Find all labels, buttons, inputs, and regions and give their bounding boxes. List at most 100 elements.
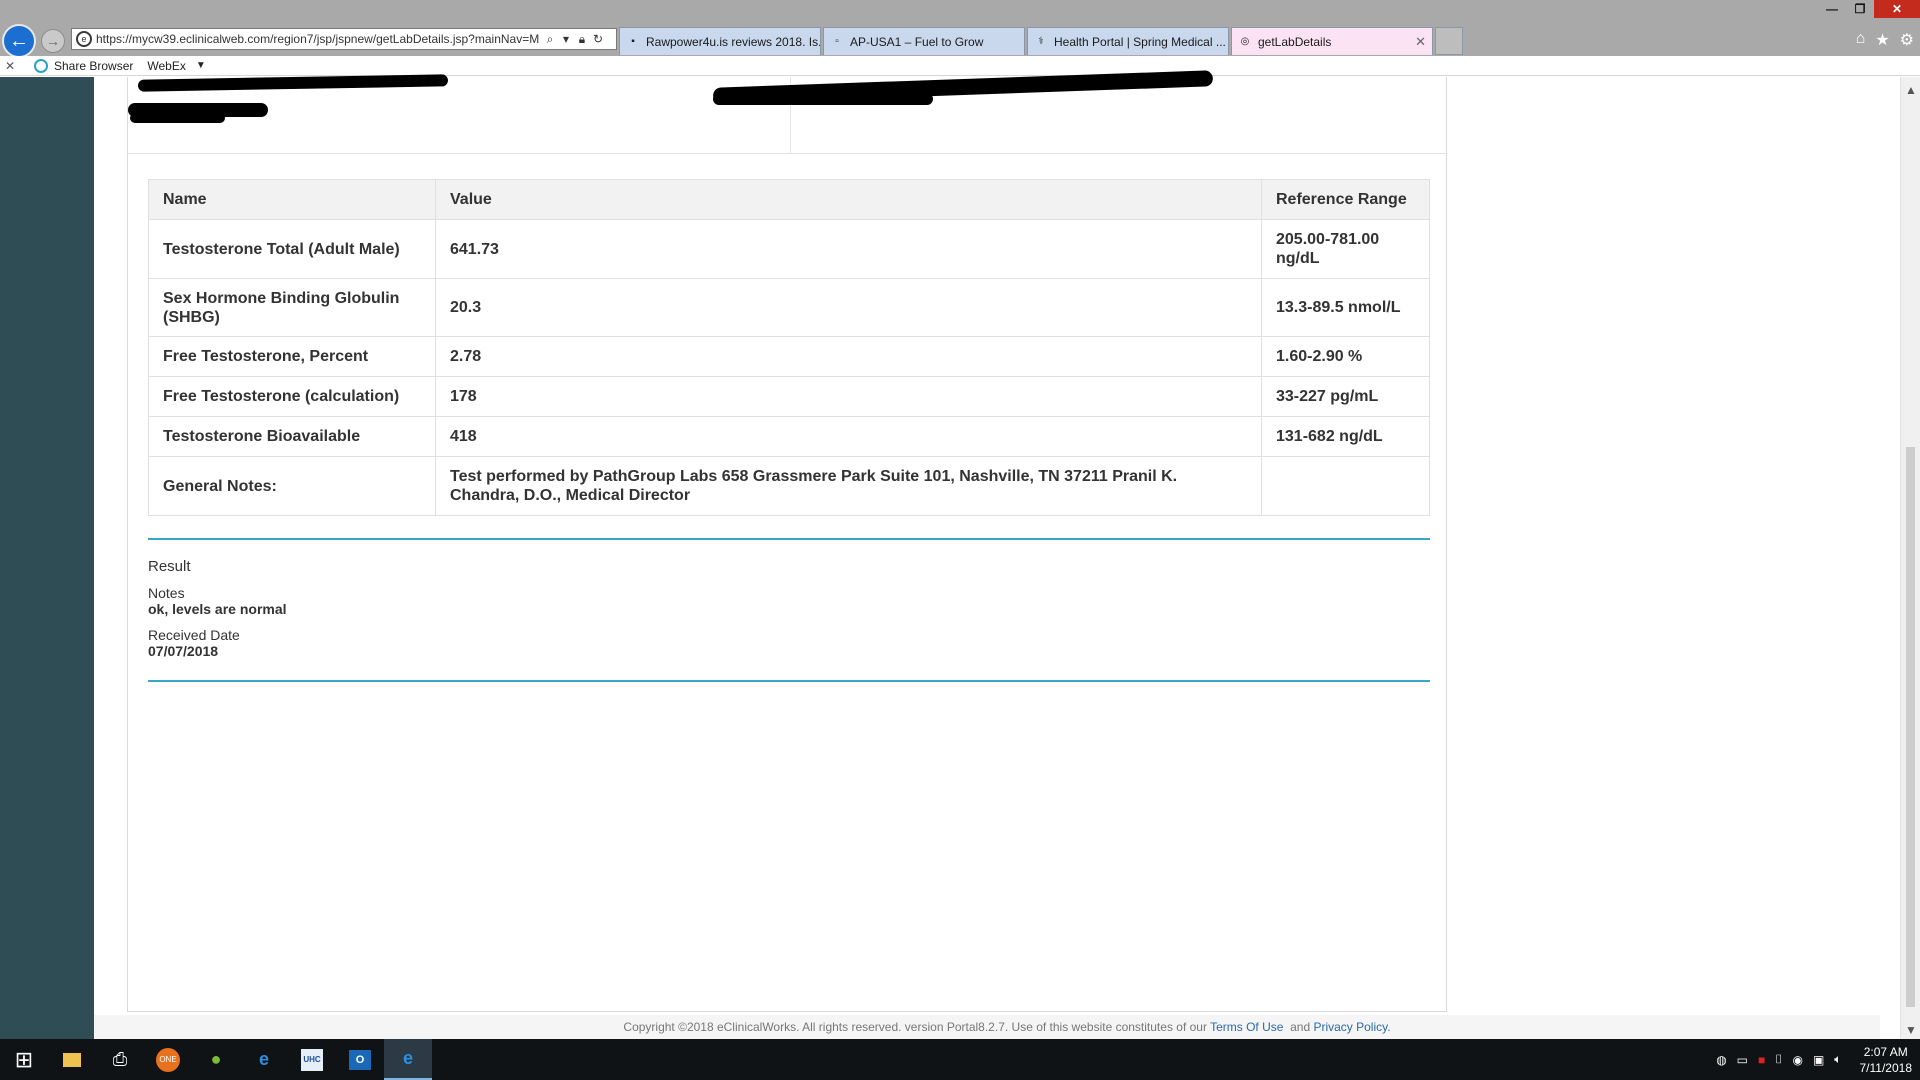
windows-taskbar: ⊞ ⎙ ONE ● e UHC O e ◍ ▭ ■ ⌷ ◉ ▣ 🔈︎ 2:07 … [0,1039,1920,1080]
cell-name: Testosterone Total (Adult Male) [148,219,436,279]
cell-value: 641.73 [435,219,1262,279]
cell-name: Sex Hormone Binding Globulin (SHBG) [148,278,436,337]
cell-range: 205.00-781.00 ng/dL [1261,219,1430,279]
tab-getlabdetails[interactable]: ◎ getLabDetails ✕ [1231,27,1433,55]
page-icon: ▪ [631,36,635,47]
page-content: Name Value Reference Range Testosterone … [94,70,1900,1039]
section-divider [148,680,1430,682]
forward-button[interactable]: → [41,29,65,53]
redaction-mark [130,113,225,123]
header-reference-range: Reference Range [1261,179,1430,220]
network-icon[interactable]: ▣ [1813,1053,1824,1067]
header-name: Name [148,179,436,220]
cell-range: 131-682 ng/dL [1261,416,1430,457]
refresh-icon[interactable]: ↻ [590,32,606,46]
tab-strip: ▪ Rawpower4u.is reviews 2018. Is... ▫ AP… [619,27,1463,55]
left-rail [0,77,94,1039]
close-bar-icon[interactable]: ✕ [0,59,20,73]
privacy-policy-link[interactable]: Privacy Policy. [1313,1020,1390,1034]
notes-value: ok, levels are normal [148,601,287,617]
minimize-button[interactable]: — [1818,0,1846,18]
taskbar-clock[interactable]: 2:07 AM 7/11/2018 [1860,1044,1913,1076]
ie-active-icon[interactable]: e [384,1039,432,1080]
copyright-text: Copyright ©2018 eClinicalWorks. All righ… [623,1020,1211,1034]
table-row: General Notes: Test performed by PathGro… [148,456,1430,516]
restore-button[interactable]: ❐ [1846,0,1874,18]
redaction-mark [137,74,449,92]
table-row: Testosterone Total (Adult Male) 641.73 2… [148,219,1430,279]
cell-range: 33-227 pg/mL [1261,376,1430,417]
system-tray: ◍ ▭ ■ ⌷ ◉ ▣ 🔈︎ 2:07 AM 7/11/2018 [1716,1039,1912,1080]
site-favicon-icon: e [76,31,92,47]
address-bar[interactable]: e https://mycw39.eclinicalweb.com/region… [71,28,617,50]
network-globe-icon[interactable]: ◍ [1716,1053,1726,1067]
usb-icon[interactable]: ⌷ [1775,1052,1782,1067]
table-row: Sex Hormone Binding Globulin (SHBG) 20.3… [148,278,1430,337]
file-explorer-icon[interactable] [48,1039,96,1080]
tab-apusa[interactable]: ▫ AP-USA1 – Fuel to Grow [823,27,1025,55]
share-browser-label: Share Browser [54,58,134,73]
onenote-icon[interactable]: ONE [144,1039,192,1080]
tab-health-portal[interactable]: ⚕ Health Portal | Spring Medical ... [1027,27,1229,55]
volume-icon[interactable]: 🔈︎ [1834,1052,1841,1067]
new-tab-button[interactable] [1435,27,1463,55]
green-app-icon[interactable]: ● [192,1039,240,1080]
tab-label: Health Portal | Spring Medical ... [1054,34,1226,49]
pdf-icon[interactable]: ■ [1758,1053,1765,1067]
result-title: Result [148,558,191,575]
share-icon [34,58,48,73]
url-text[interactable]: https://mycw39.eclinicalweb.com/region7/… [96,32,542,46]
section-divider [148,538,1430,540]
arrow-right-icon: → [46,33,60,49]
apusa-icon: ▫ [835,36,839,47]
printer-icon[interactable]: ⎙ [96,1039,144,1080]
scroll-down-icon[interactable]: ▼ [1905,1023,1917,1037]
webex-button[interactable]: WebEx ▼ [147,59,205,73]
outlook-icon[interactable]: O [336,1039,384,1080]
favorites-star-icon[interactable]: ★ [1875,30,1889,50]
notes-label: Notes [148,585,185,601]
windows-start-icon[interactable]: ⊞ [0,1039,48,1080]
eclinical-icon: ◎ [1240,36,1250,47]
sync-icon[interactable]: ◉ [1792,1053,1802,1067]
result-section: Result Notes ok, levels are normal Recei… [148,558,287,659]
cell-value: 20.3 [435,278,1262,337]
terms-of-use-link[interactable]: Terms Of Use [1210,1020,1283,1034]
tab-rawpower[interactable]: ▪ Rawpower4u.is reviews 2018. Is... [619,27,821,55]
home-icon[interactable]: ⌂ [1856,30,1866,50]
dropdown-icon[interactable]: ▾ [558,32,574,46]
caduceus-icon: ⚕ [1038,36,1044,47]
close-tab-icon[interactable]: ✕ [1415,34,1426,50]
close-window-button[interactable]: ✕ [1874,0,1920,18]
chevron-down-icon[interactable]: ▼ [196,60,206,71]
tab-label: Rawpower4u.is reviews 2018. Is... [646,34,821,49]
cell-value: 2.78 [435,336,1262,377]
cell-range [1261,456,1430,516]
share-browser-button[interactable]: Share Browser [34,58,134,73]
ie-icon[interactable]: e [240,1039,288,1080]
tab-label: getLabDetails [1258,34,1332,49]
search-icon[interactable]: ⌕ [542,32,558,47]
patient-header [128,70,1448,154]
scrollbar-thumb[interactable] [1906,447,1915,1007]
arrow-left-icon: ← [9,29,29,52]
table-row: Free Testosterone, Percent 2.78 1.60-2.9… [148,336,1430,377]
cell-range: 1.60-2.90 % [1261,336,1430,377]
tab-label: AP-USA1 – Fuel to Grow [850,34,984,49]
lock-icon[interactable]: 🔒︎ [574,32,590,47]
browser-titlebar: — ❐ ✕ ← → e https://mycw39.eclinicalweb.… [0,0,1920,58]
table-row: Testosterone Bioavailable 418 131-682 ng… [148,416,1430,457]
document-icon[interactable]: ▭ [1737,1053,1748,1067]
lab-results-table: Name Value Reference Range Testosterone … [148,179,1430,516]
cell-value: Test performed by PathGroup Labs 658 Gra… [435,456,1262,516]
scroll-up-icon[interactable]: ▲ [1905,83,1917,97]
browser-toolbar-right: ⌂ ★ ⚙ [1856,30,1914,50]
cell-value: 178 [435,376,1262,417]
settings-gear-icon[interactable]: ⚙ [1900,30,1914,50]
cell-name: Free Testosterone (calculation) [148,376,436,417]
cell-range: 13.3-89.5 nmol/L [1261,278,1430,337]
cell-value: 418 [435,416,1262,457]
vertical-scrollbar[interactable]: ▲ ▼ [1900,77,1920,1039]
uhc-icon[interactable]: UHC [288,1039,336,1080]
back-button[interactable]: ← [2,24,36,58]
